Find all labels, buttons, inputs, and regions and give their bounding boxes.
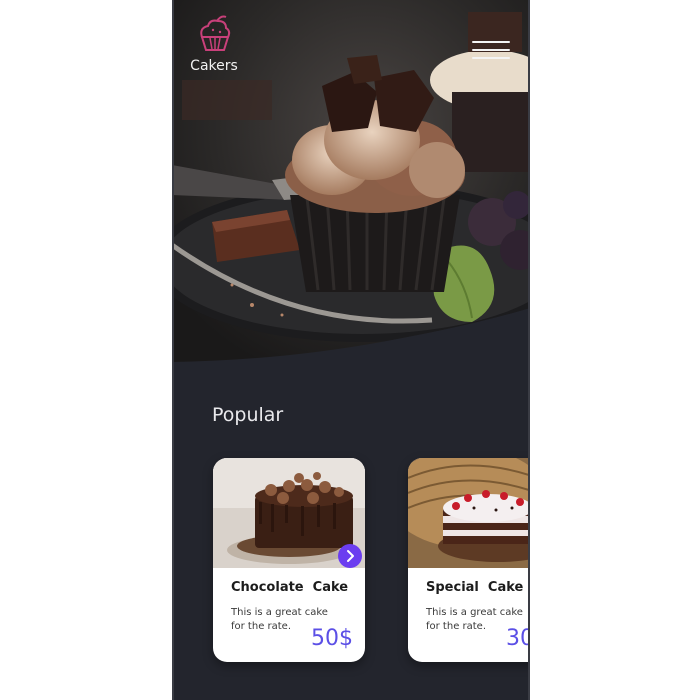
product-card-special-cake[interactable]: Special Cake This is a great cake for th… [408, 458, 530, 662]
chevron-right-icon [347, 550, 354, 562]
app-screen: Cakers Popular Chocolate Cake This is a … [172, 0, 530, 700]
app-logo[interactable]: Cakers [186, 14, 242, 74]
phone-frame-left [172, 0, 174, 700]
hamburger-menu-icon[interactable] [470, 38, 512, 64]
card-title: Special Cake [426, 580, 524, 595]
card-price: 30$ [506, 626, 530, 651]
phone-frame-right [528, 0, 530, 700]
cupcake-icon [200, 15, 231, 51]
card-title: Chocolate Cake [231, 580, 349, 595]
view-details-button[interactable] [338, 544, 362, 568]
product-card-chocolate-cake[interactable]: Chocolate Cake This is a great cake for … [213, 458, 365, 662]
section-title-popular: Popular [212, 404, 284, 426]
special-cake-image [408, 458, 530, 568]
app-name: Cakers [190, 58, 238, 74]
card-price: 50$ [311, 626, 353, 651]
